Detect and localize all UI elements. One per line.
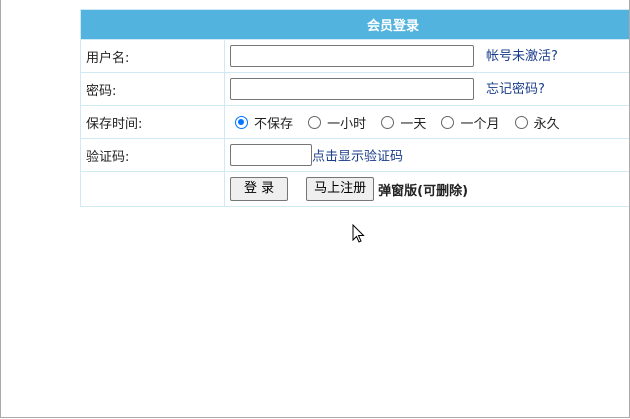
- radio-forever[interactable]: [514, 115, 528, 129]
- page-frame: 会员登录 用户名: 帐号未激活? 密码: 忘记密码? 保存时间: 不保存 一小时…: [0, 0, 630, 418]
- password-input[interactable]: [230, 78, 474, 101]
- radio-label: 一天: [400, 116, 427, 132]
- show-captcha-link[interactable]: 点击显示验证码: [312, 150, 403, 165]
- forgot-password-link[interactable]: 忘记密码?: [486, 82, 545, 97]
- login-button[interactable]: 登 录: [230, 177, 289, 201]
- radio-label: 一个月: [460, 116, 500, 132]
- username-row: 用户名: 帐号未激活?: [80, 39, 629, 73]
- register-button[interactable]: 马上注册: [306, 177, 375, 201]
- username-input[interactable]: [230, 45, 474, 68]
- actions-row: 登 录马上注册 弹窗版(可删除): [80, 171, 629, 207]
- radio-one-hour[interactable]: [308, 115, 322, 129]
- captcha-input[interactable]: [230, 144, 312, 166]
- account-not-activated-link[interactable]: 帐号未激活?: [486, 49, 558, 64]
- radio-one-month[interactable]: [441, 115, 455, 129]
- captcha-row: 验证码: 点击显示验证码: [80, 138, 629, 172]
- radio-label: 一小时: [327, 116, 367, 132]
- radio-label: 不保存: [254, 116, 294, 132]
- mouse-cursor-icon: [352, 224, 365, 243]
- save-time-row: 保存时间: 不保存 一小时 一天 一个月 永久: [80, 105, 629, 139]
- popup-note: 弹窗版(可删除): [378, 183, 469, 199]
- password-label: 密码:: [80, 72, 225, 106]
- username-label: 用户名:: [80, 39, 225, 73]
- radio-no-save[interactable]: [235, 115, 248, 129]
- login-title: 会员登录: [80, 9, 629, 40]
- radio-one-day[interactable]: [381, 115, 395, 129]
- save-time-label: 保存时间:: [80, 105, 225, 139]
- captcha-label: 验证码:: [80, 138, 225, 172]
- login-table: 会员登录 用户名: 帐号未激活? 密码: 忘记密码? 保存时间: 不保存 一小时…: [80, 9, 629, 207]
- radio-label: 永久: [533, 116, 560, 132]
- password-row: 密码: 忘记密码?: [80, 72, 629, 106]
